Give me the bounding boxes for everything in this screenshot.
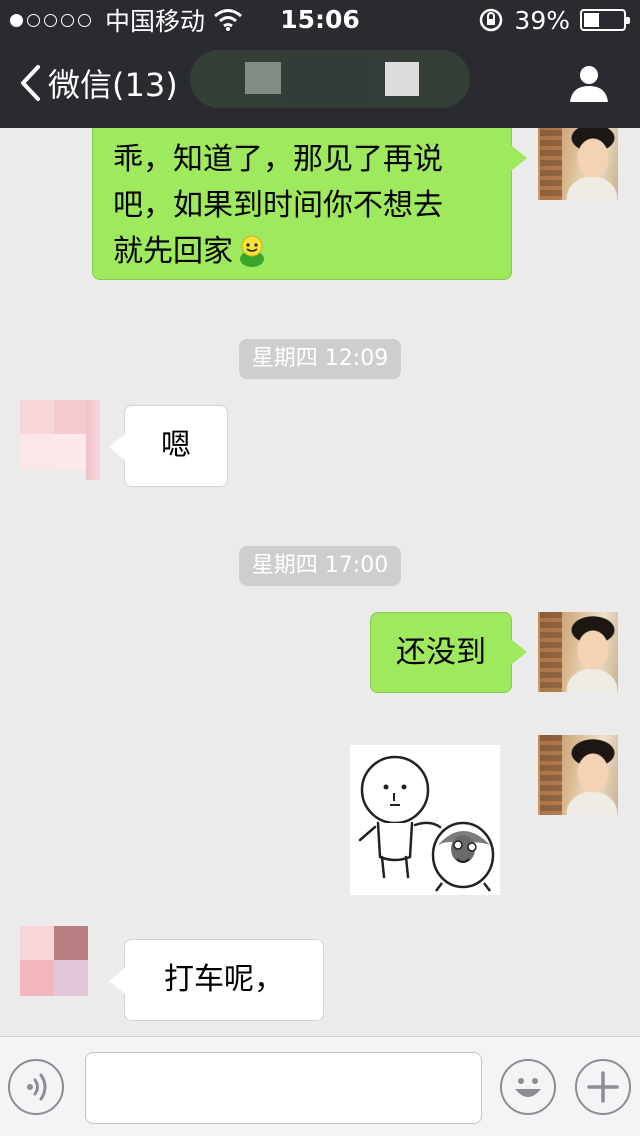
message-bubble-other[interactable]: 打车呢， xyxy=(109,939,324,1021)
chat-title-obscured xyxy=(190,50,470,108)
back-label: 微信(13) xyxy=(48,66,178,104)
message-list[interactable]: 乖，知道了，那见了再说 吧，如果到时间你不想去 就先回家 星期四 12:09 嗯… xyxy=(0,128,640,1036)
emoji-icon xyxy=(515,1078,541,1097)
message-text: 吧，如果到时间你不想去 xyxy=(113,188,443,223)
message-text: 乖，知道了，那见了再说 xyxy=(113,142,443,177)
chevron-left-icon xyxy=(21,65,40,101)
cartoon-sticker[interactable] xyxy=(350,745,500,895)
voice-button[interactable] xyxy=(8,1059,64,1115)
emoji-button[interactable] xyxy=(500,1059,556,1115)
status-bar: 中国移动 15:06 39% xyxy=(0,0,640,40)
battery-icon xyxy=(580,9,630,31)
rotation-lock-icon xyxy=(480,8,503,32)
message-bubble-other[interactable]: 嗯 xyxy=(109,405,228,487)
back-button[interactable]: 微信(13) xyxy=(18,58,178,108)
contact-avatar[interactable] xyxy=(20,400,100,480)
my-avatar[interactable] xyxy=(538,128,618,200)
input-bar xyxy=(0,1036,640,1136)
message-bubble-mine[interactable]: 乖，知道了，那见了再说 吧，如果到时间你不想去 就先回家 xyxy=(92,128,527,280)
sticker-image xyxy=(358,755,495,892)
message-text: 就先回家 xyxy=(113,234,233,269)
message-text: 嗯 xyxy=(161,428,191,463)
top-bar: 中国移动 15:06 39% 微信(13) xyxy=(0,0,640,128)
timestamp: 星期四 12:09 xyxy=(239,339,401,379)
my-avatar[interactable] xyxy=(538,735,618,815)
message-input[interactable] xyxy=(85,1052,482,1124)
nav-bar: 微信(13) xyxy=(0,40,640,128)
voice-icon xyxy=(27,1073,47,1101)
my-avatar[interactable] xyxy=(538,612,618,692)
person-icon[interactable] xyxy=(568,64,610,104)
smile-emoji-icon xyxy=(235,233,269,267)
timestamp: 星期四 17:00 xyxy=(239,546,401,586)
battery-percent: 39% xyxy=(514,5,570,35)
message-text: 还没到 xyxy=(396,635,486,670)
plus-button[interactable] xyxy=(575,1059,631,1115)
message-bubble-mine[interactable]: 还没到 xyxy=(370,612,527,693)
message-text: 打车呢， xyxy=(164,962,284,997)
contact-avatar[interactable] xyxy=(20,926,100,1006)
plus-icon xyxy=(587,1071,619,1103)
